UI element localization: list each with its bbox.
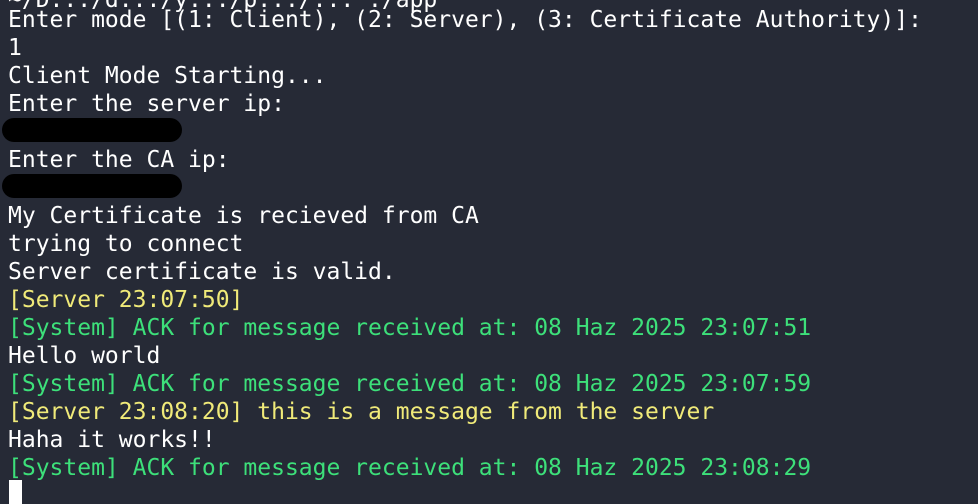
client-message-1: Hello world	[8, 343, 161, 369]
mode-input: 1	[8, 35, 22, 61]
server-certificate-valid-message: Server certificate is valid.	[8, 259, 396, 285]
client-start-message: Client Mode Starting...	[8, 63, 327, 89]
text-cursor[interactable]	[9, 480, 22, 504]
system-ack-3: [System] ACK for message received at: 08…	[8, 455, 812, 481]
server-ip-prompt: Enter the server ip:	[8, 91, 285, 117]
server-message-1: [Server 23:07:50]	[8, 287, 244, 313]
ca-ip-prompt: Enter the CA ip:	[8, 147, 230, 173]
certificate-received-message: My Certificate is recieved from CA	[8, 203, 479, 229]
redacted-ca-ip	[2, 174, 182, 198]
connecting-message: trying to connect	[8, 231, 244, 257]
system-ack-2: [System] ACK for message received at: 08…	[8, 371, 812, 397]
client-message-2: Haha it works!!	[8, 427, 216, 453]
terminal-window[interactable]: ~/D.../d.../y.../p.../... ./app Enter mo…	[0, 0, 978, 504]
server-message-2: [Server 23:08:20] this is a message from…	[8, 399, 715, 425]
system-ack-1: [System] ACK for message received at: 08…	[8, 315, 812, 341]
redacted-server-ip	[2, 118, 182, 142]
mode-prompt: Enter mode [(1: Client), (2: Server), (3…	[8, 7, 922, 33]
